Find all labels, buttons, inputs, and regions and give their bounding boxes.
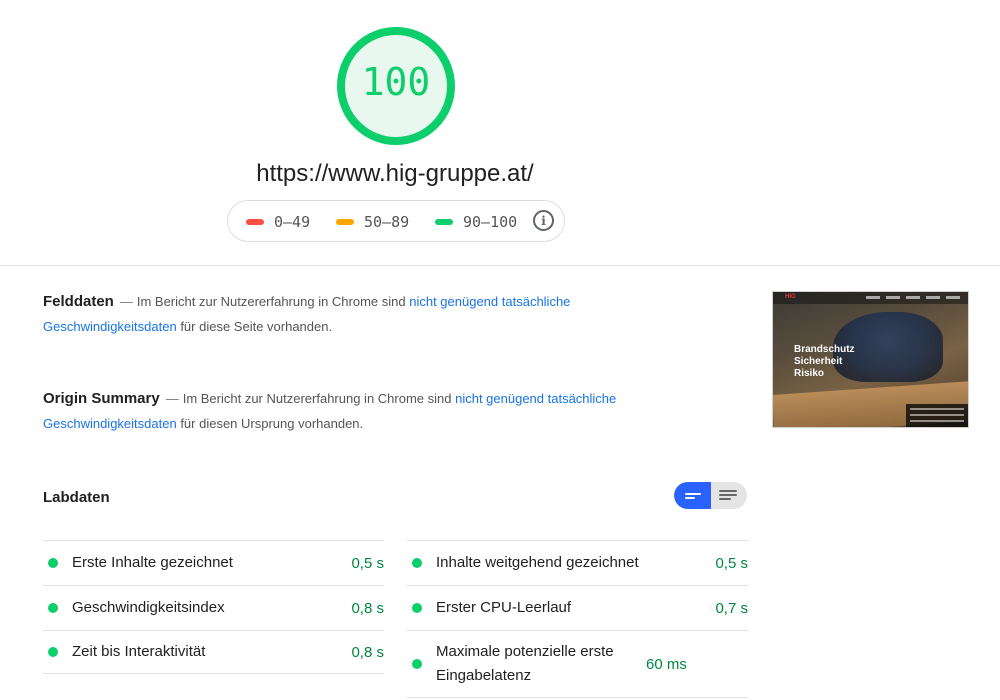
pass-indicator-icon — [412, 603, 422, 613]
metric-row: Erste Inhalte gezeichnet 0,5 s — [43, 540, 384, 585]
metric-value: 60 ms — [646, 655, 687, 673]
felddaten-section: Felddaten — Im Bericht zur Nutzererfahrung… — [43, 293, 571, 334]
metric-row: Zeit bis Interaktivität 0,8 s — [43, 630, 384, 674]
metric-row: Geschwindigkeitsindex 0,8 s — [43, 585, 384, 630]
compact-view-button[interactable] — [674, 482, 711, 509]
legend-label: 90–100 — [463, 213, 518, 231]
legend-item-pass: 90–100 — [435, 213, 517, 231]
legend-swatch-green — [435, 219, 453, 225]
felddaten-text-after: für diese Seite vorhanden. — [176, 319, 333, 334]
metric-view-toggle[interactable] — [674, 482, 747, 509]
metric-row: Maximale potenzielle erste Eingabelatenz… — [407, 630, 748, 698]
metric-value: 0,5 s — [715, 554, 748, 572]
performance-score: 100 — [361, 60, 431, 104]
metric-label: Geschwindigkeitsindex — [72, 599, 225, 616]
compact-view-icon — [685, 493, 701, 495]
felddaten-title: Felddaten — [43, 293, 114, 310]
metric-value: 0,8 s — [351, 643, 384, 661]
metric-label: Zeit bis Interaktivität — [72, 643, 206, 660]
info-icon[interactable]: i — [533, 210, 554, 231]
thumbnail-logo: HIG — [785, 294, 796, 300]
legend-item-fail: 0–49 — [246, 213, 310, 231]
legend-swatch-red — [246, 219, 264, 225]
labdaten-title: Labdaten — [43, 489, 110, 506]
thumbnail-headline: Brandschutz Sicherheit Risiko — [794, 344, 855, 379]
legend-label: 50–89 — [364, 213, 410, 231]
metrics-column-left: Erste Inhalte gezeichnet 0,5 s Geschwind… — [43, 540, 384, 674]
thumbnail-cookie-box — [906, 404, 968, 427]
page-url: https://www.hig-gruppe.at/ — [256, 160, 534, 187]
score-legend: 0–49 50–89 90–100 i — [227, 200, 565, 242]
page-screenshot-thumbnail: HIG Brandschutz Sicherheit Risiko — [772, 291, 969, 428]
metric-label: Inhalte weitgehend gezeichnet — [436, 554, 639, 571]
felddaten-text-before: Im Bericht zur Nutzererfahrung in Chrome… — [136, 294, 410, 309]
legend-item-average: 50–89 — [336, 213, 409, 231]
thumbnail-navbar: HIG — [773, 292, 968, 304]
origin-title: Origin Summary — [43, 390, 160, 407]
origin-text-after: für diesen Ursprung vorhanden. — [176, 416, 364, 431]
legend-swatch-orange — [336, 219, 354, 225]
legend-label: 0–49 — [274, 213, 311, 231]
list-view-button[interactable] — [711, 482, 747, 509]
pass-indicator-icon — [48, 558, 58, 568]
metrics-column-right: Inhalte weitgehend gezeichnet 0,5 s Erst… — [407, 540, 748, 698]
metric-value: 0,7 s — [715, 599, 748, 617]
score-header: 100 https://www.hig-gruppe.at/ 0–49 50–8… — [0, 0, 1000, 266]
metric-label: Erster CPU-Leerlauf — [436, 599, 572, 616]
pass-indicator-icon — [48, 647, 58, 657]
origin-text-before: Im Bericht zur Nutzererfahrung in Chrome… — [182, 391, 456, 406]
pass-indicator-icon — [412, 558, 422, 568]
metric-label: Maximale potenzielle erste Eingabelatenz — [436, 643, 614, 684]
metric-value: 0,8 s — [351, 599, 384, 617]
pass-indicator-icon — [412, 659, 422, 669]
origin-section: Origin Summary — Im Bericht zur Nutzererfa… — [43, 390, 617, 431]
pass-indicator-icon — [48, 603, 58, 613]
metric-row: Erster CPU-Leerlauf 0,7 s — [407, 585, 748, 630]
metric-label: Erste Inhalte gezeichnet — [72, 554, 233, 571]
metric-row: Inhalte weitgehend gezeichnet 0,5 s — [407, 540, 748, 585]
list-view-icon — [719, 490, 737, 492]
metric-value: 0,5 s — [351, 554, 384, 572]
